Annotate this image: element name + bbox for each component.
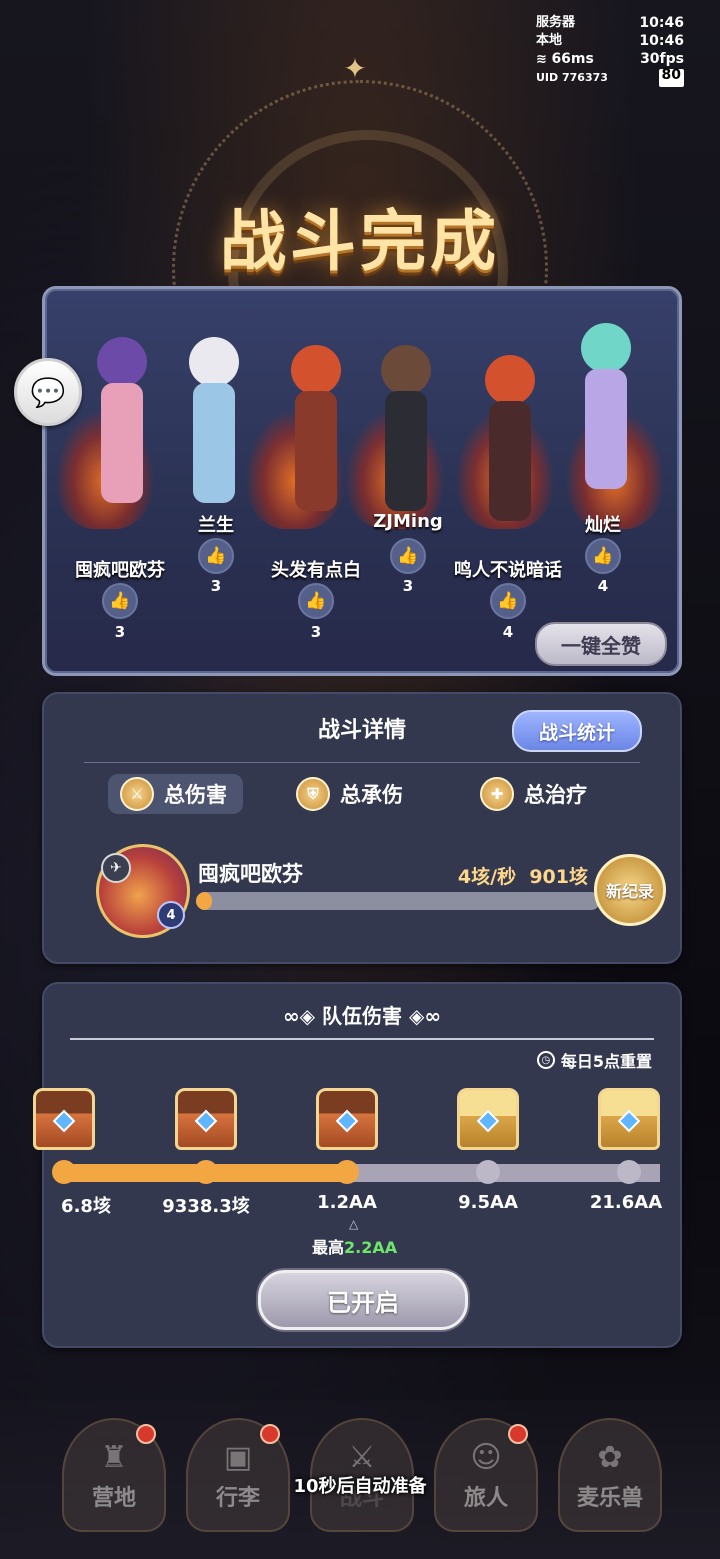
tab-total-taken[interactable]: ⛨ 总承伤 <box>284 774 419 814</box>
like-count: 4 <box>597 577 609 595</box>
like-button[interactable]: 👍 <box>198 538 234 574</box>
tier-marker <box>617 1160 641 1184</box>
wifi-icon: ≋ <box>536 52 547 67</box>
uid: UID 776373 <box>536 71 608 84</box>
like-count: 3 <box>402 577 414 595</box>
reset-note: ◷ 每日5点重置 <box>536 1048 652 1072</box>
thumbs-up-icon: 👍 <box>497 591 519 611</box>
shield-icon: ⛨ <box>296 777 330 811</box>
tab-total-damage[interactable]: ⚔ 总伤害 <box>108 774 243 814</box>
tier-value: 1.2AA <box>317 1192 377 1213</box>
level-badge: 4 <box>157 901 185 929</box>
opened-button[interactable]: 已开启 <box>258 1270 468 1330</box>
ping: ≋ 66ms <box>536 51 594 67</box>
tab-label: 总治疗 <box>524 783 587 807</box>
notification-badge <box>508 1424 528 1444</box>
reward-chest[interactable] <box>33 1088 95 1150</box>
reward-track <box>64 1164 660 1182</box>
server-time: 10:46 <box>639 15 684 31</box>
hero-name: 囤疯吧欧芬 <box>75 560 165 581</box>
best-marker-icon: △ <box>349 1217 359 1231</box>
best-value: 2.2AA <box>344 1238 398 1257</box>
tier-value: 6.8垓 <box>61 1196 111 1217</box>
chat-button[interactable]: 💬 <box>14 358 82 426</box>
divider <box>84 762 640 763</box>
hero-name: 兰生 <box>198 515 234 536</box>
hero-sprite[interactable] <box>281 345 351 525</box>
team-damage-panel: ∞◈ 队伍伤害 ◈∞ ◷ 每日5点重置 6.8垓 9338.3垓 1.2AA 9.… <box>33 982 682 1348</box>
tab-total-healing[interactable]: ✚ 总治疗 <box>468 774 603 814</box>
total-damage-value: 901垓 <box>529 866 588 888</box>
new-record-badge: 新纪录 <box>594 854 666 926</box>
hero-sprite[interactable] <box>371 345 441 525</box>
like-button[interactable]: 👍 <box>585 538 621 574</box>
tier-value: 9338.3垓 <box>162 1196 250 1217</box>
local-time: 10:46 <box>639 33 684 49</box>
local-label: 本地 <box>536 33 563 48</box>
thumbs-up-icon: 👍 <box>109 591 131 611</box>
battle-details-panel: 战斗详情 战斗统计 ⚔ 总伤害 ⛨ 总承伤 ✚ 总治疗 ✈ 4 囤疯吧欧芬 4垓… <box>42 692 682 964</box>
like-count: 3 <box>114 623 126 641</box>
player-avatar[interactable]: ✈ 4 <box>96 844 190 938</box>
tier-value: 9.5AA <box>458 1192 518 1213</box>
tier-value: 21.6AA <box>589 1192 663 1213</box>
tab-label: 总承伤 <box>340 783 403 807</box>
thumbs-up-icon: 👍 <box>397 546 419 566</box>
page-title: 战斗完成 <box>220 203 500 280</box>
hero-name: 灿烂 <box>585 515 621 536</box>
damage-progress-fill <box>196 892 213 910</box>
clock-icon: ◷ <box>536 1051 555 1069</box>
tier-marker <box>52 1160 76 1184</box>
tier-marker <box>476 1160 500 1184</box>
dps-value: 4垓/秒 <box>457 866 517 888</box>
like-count: 4 <box>502 623 514 641</box>
like-button[interactable]: 👍 <box>102 583 138 619</box>
like-count: 3 <box>310 623 322 641</box>
best-damage: 最高2.2AA <box>312 1234 397 1258</box>
team-damage-heading: ∞◈ 队伍伤害 ◈∞ <box>282 1004 442 1028</box>
heal-icon: ✚ <box>480 777 514 811</box>
reward-chest[interactable] <box>175 1088 237 1150</box>
tier-marker <box>335 1160 359 1184</box>
sword-icon: ⚔ <box>120 777 154 811</box>
notification-badge <box>136 1424 156 1444</box>
sparkle-icon: ✦ <box>343 52 367 85</box>
team-showcase: 兰生 👍 3 ZJMing 👍 3 灿烂 👍 4 囤疯吧欧芬 👍 3 头发有点白… <box>42 286 682 676</box>
class-icon: ✈ <box>101 853 131 883</box>
like-all-button[interactable]: 一键全赞 <box>535 622 667 666</box>
hero-name: 鸣人不说暗话 <box>454 560 562 581</box>
hero-sprite[interactable] <box>475 355 545 535</box>
like-count: 3 <box>210 577 222 595</box>
hero-sprite[interactable] <box>571 323 641 503</box>
like-button[interactable]: 👍 <box>490 583 526 619</box>
chat-bubble-icon: 💬 <box>30 375 66 409</box>
divider <box>70 1038 654 1040</box>
like-button[interactable]: 👍 <box>390 538 426 574</box>
damage-progress-bar <box>196 892 600 910</box>
tier-marker <box>194 1160 218 1184</box>
auto-ready-notice: 10秒后自动准备 <box>293 1476 427 1497</box>
battle-stats-button[interactable]: 战斗统计 <box>512 710 642 752</box>
damage-readout: 4垓/秒 901垓 <box>458 862 588 889</box>
status-overlay: 服务器 10:46 本地 10:46 ≋ 66ms 30fps UID 776373 8… <box>536 14 684 87</box>
hero-sprite[interactable] <box>179 337 249 517</box>
reward-chest[interactable] <box>316 1088 378 1150</box>
thumbs-up-icon: 👍 <box>305 591 327 611</box>
server-label: 服务器 <box>536 15 576 30</box>
like-button[interactable]: 👍 <box>298 583 334 619</box>
hero-sprite[interactable] <box>87 337 157 517</box>
reward-chest[interactable] <box>598 1088 660 1150</box>
hero-name: 头发有点白 <box>271 560 361 581</box>
battery-icon: 80 <box>658 68 684 87</box>
hero-name: ZJMing <box>373 511 443 532</box>
thumbs-up-icon: 👍 <box>205 546 227 566</box>
notification-badge <box>260 1424 280 1444</box>
reward-chest[interactable] <box>457 1088 519 1150</box>
tab-label: 总伤害 <box>164 783 227 807</box>
thumbs-up-icon: 👍 <box>592 546 614 566</box>
best-label: 最高 <box>312 1238 345 1257</box>
player-name: 囤疯吧欧芬 <box>198 862 303 886</box>
